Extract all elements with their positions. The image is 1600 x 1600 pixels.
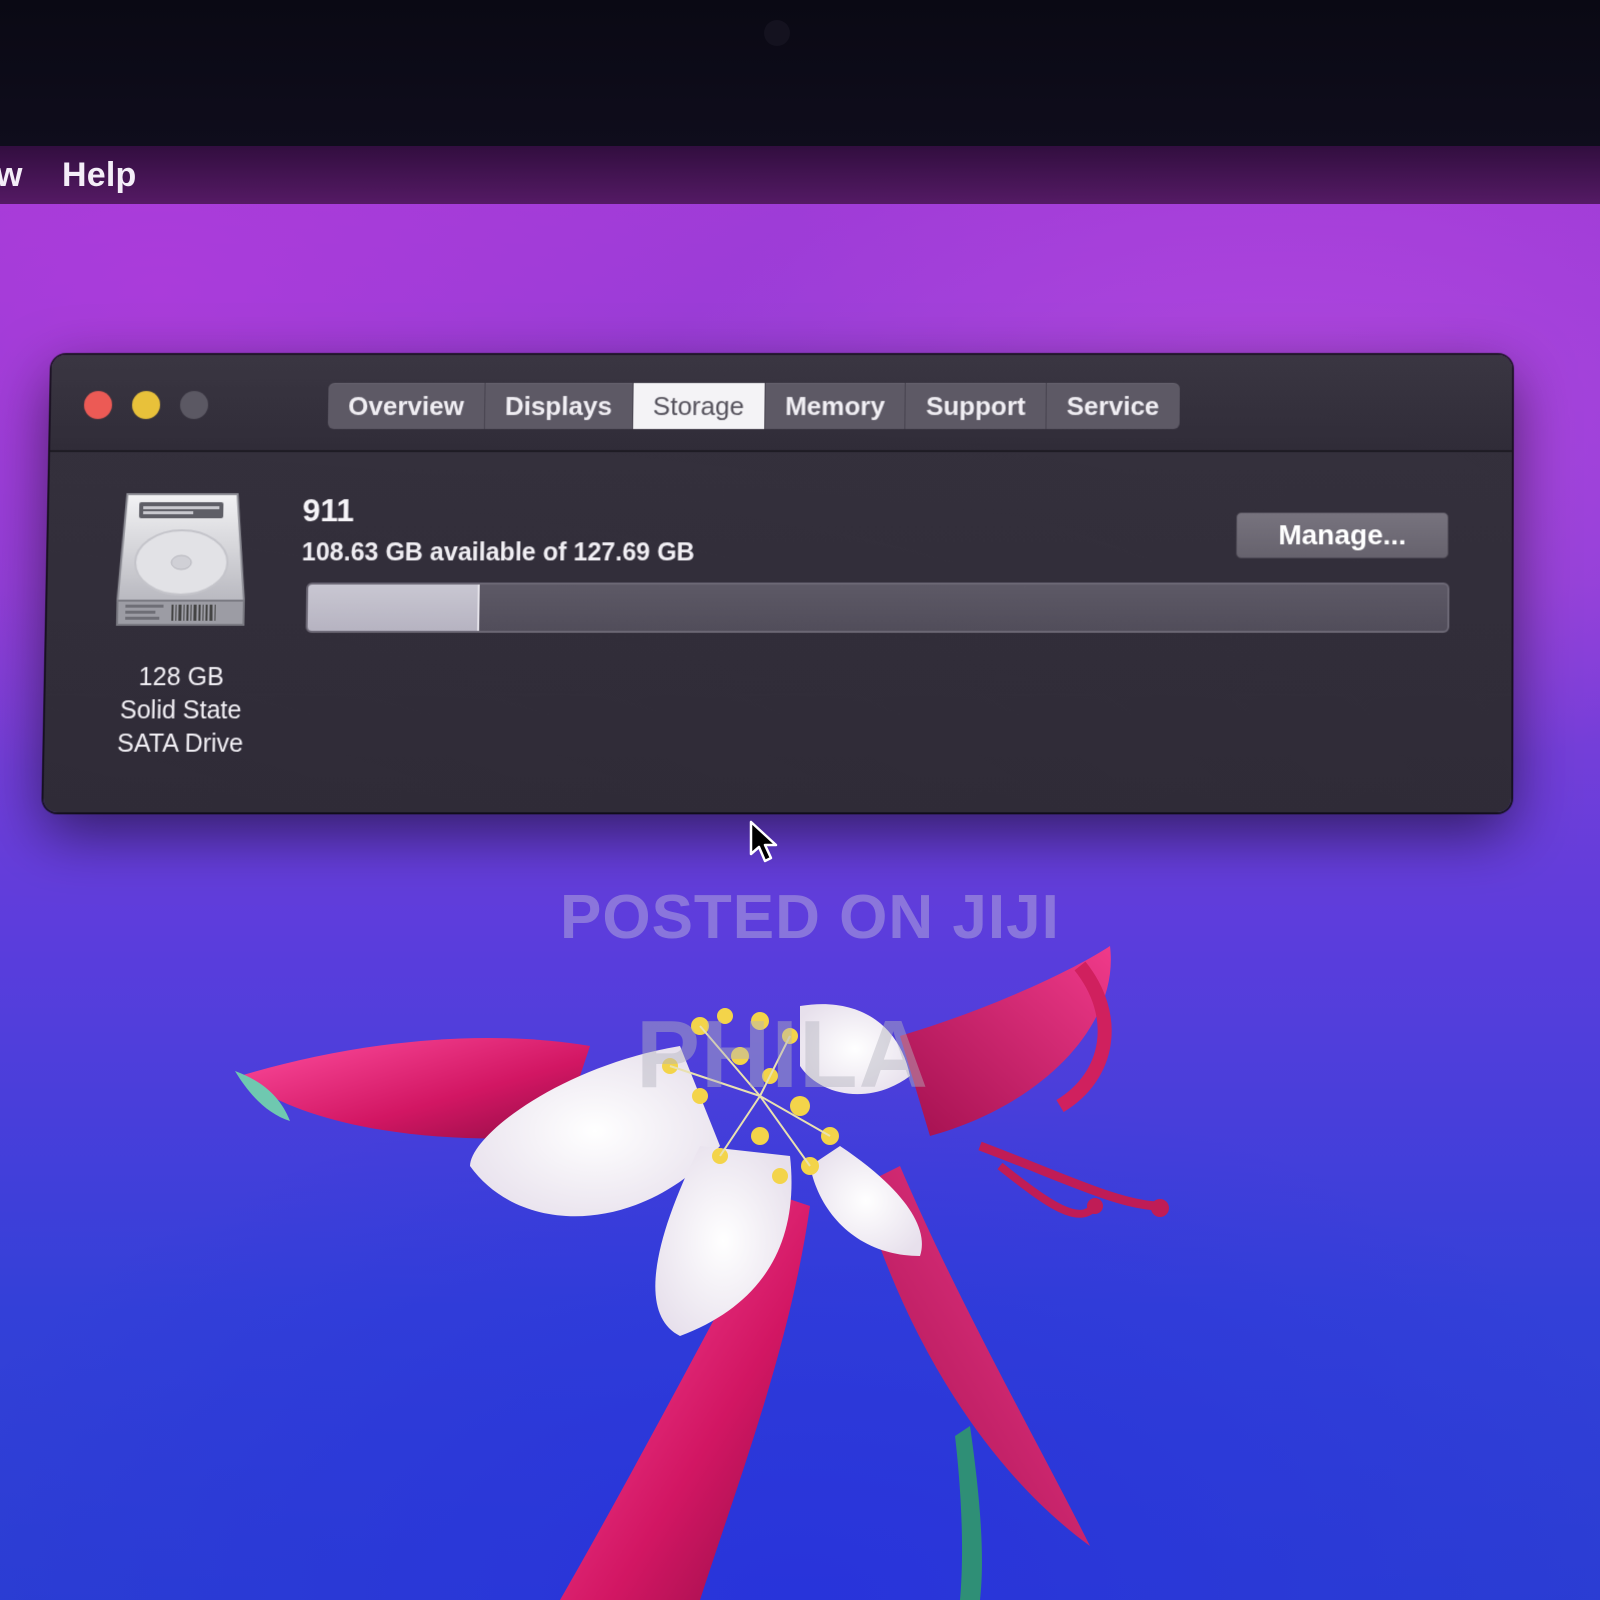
screen-bezel [0,0,1600,146]
hard-drive-icon [115,490,248,629]
drive-description: 128 GB Solid State SATA Drive [84,661,277,761]
tab-service[interactable]: Service [1046,383,1179,429]
drive-type-line2: SATA Drive [116,729,244,758]
mouse-cursor-icon [749,820,778,863]
drive-type-line1: Solid State [119,696,242,725]
menu-item-partial[interactable]: w [0,156,23,195]
drive-capacity: 128 GB [138,663,225,692]
watermark-phila: PHILA [636,1001,929,1108]
storage-usage-bar[interactable] [305,582,1450,633]
menu-bar: w Help [0,146,1600,204]
minimize-button[interactable] [131,391,161,420]
tab-bar: Overview Displays Storage Memory Support… [327,382,1180,430]
menu-item-help[interactable]: Help [62,156,136,195]
storage-used-segment [307,584,480,631]
tab-memory[interactable]: Memory [764,382,907,430]
tab-overview[interactable]: Overview [327,382,486,430]
manage-button[interactable]: Manage... [1235,512,1449,559]
tab-support[interactable]: Support [905,382,1047,430]
tab-displays[interactable]: Displays [484,382,634,430]
volume-capacity-text: 108.63 GB available of 127.69 GB [301,538,695,567]
close-button[interactable] [83,391,113,420]
zoom-button [179,391,209,420]
storage-panel: 128 GB Solid State SATA Drive 911 108.63… [43,452,1512,812]
camera-icon [764,20,790,46]
tab-storage[interactable]: Storage [632,382,766,430]
watermark-posted: POSTED ON JIJI [560,883,1060,952]
volume-name: 911 [302,492,355,529]
window-titlebar: Overview Displays Storage Memory Support… [50,355,1512,453]
about-this-mac-window: Overview Displays Storage Memory Support… [43,355,1513,813]
